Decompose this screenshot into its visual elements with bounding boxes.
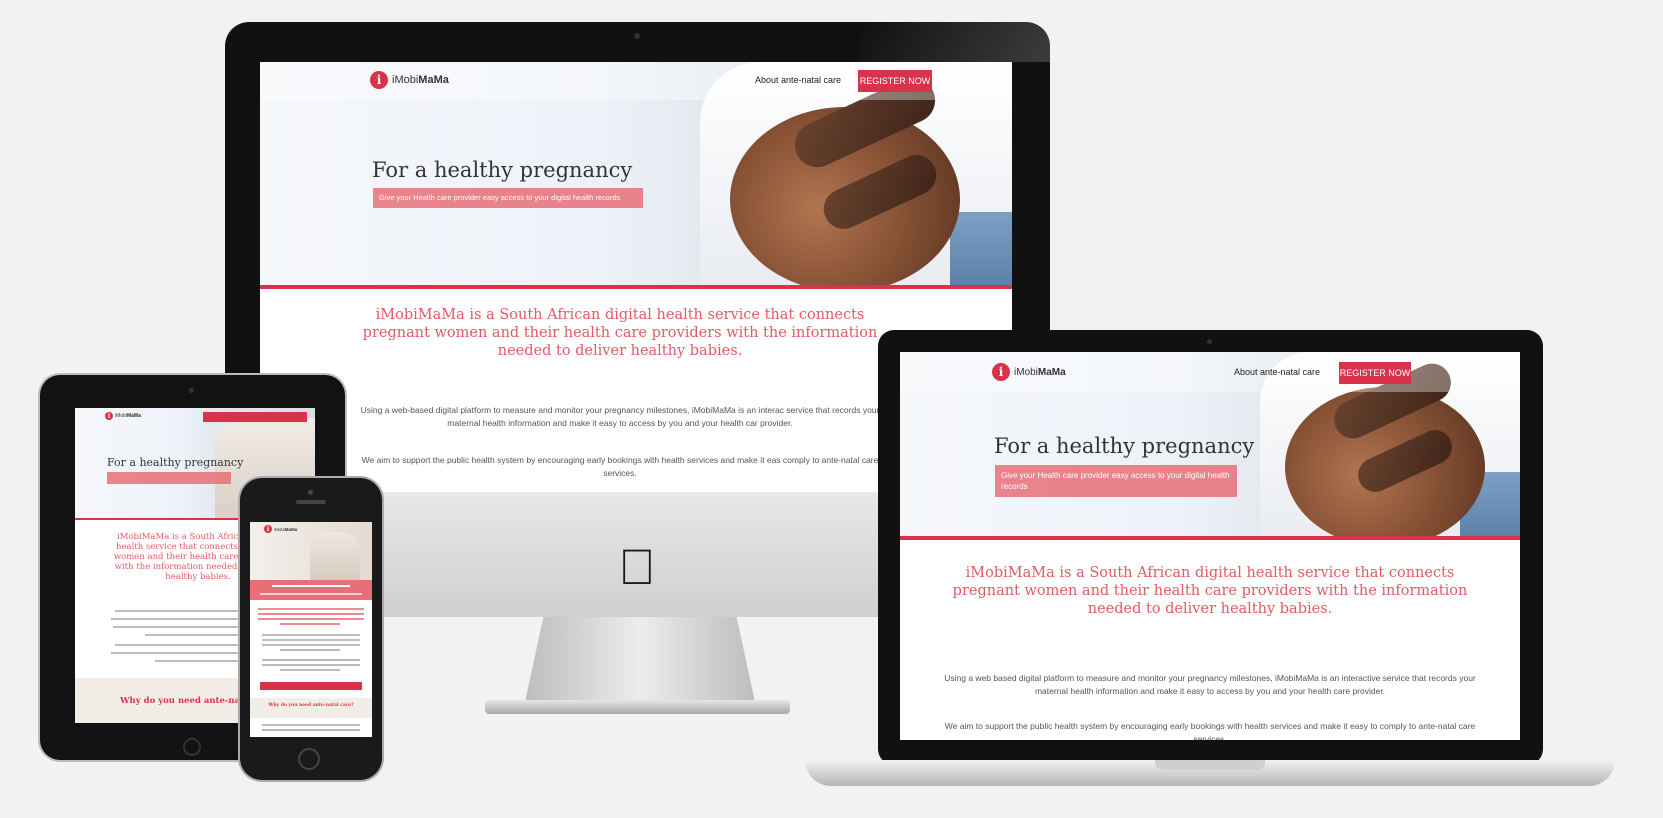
info-icon: i bbox=[105, 412, 113, 420]
imac-camera bbox=[634, 33, 640, 39]
intro-text-line bbox=[258, 618, 364, 620]
tablet-home-button bbox=[183, 738, 201, 756]
hero-title: For a healthy pregnancy bbox=[107, 456, 244, 469]
imac-glare bbox=[860, 22, 1050, 62]
info-icon: i bbox=[370, 71, 388, 89]
phone-website-screen: i iMobi MaMa Why do you need ante-natal c… bbox=[250, 522, 372, 737]
logo-text-bold: MaMa bbox=[126, 413, 141, 419]
navbar: i iMobi MaMa About ante-natal care REGIST… bbox=[900, 352, 1520, 392]
register-now-button[interactable]: REGISTER NOW bbox=[858, 70, 932, 92]
hero-banner: i iMobi MaMa bbox=[250, 522, 372, 580]
phone-camera bbox=[308, 490, 313, 495]
hero-banner: i iMobi MaMa About ante-natal care REGIST… bbox=[260, 62, 1012, 289]
body-text-line bbox=[262, 639, 360, 641]
logo[interactable]: i iMobi MaMa bbox=[370, 71, 449, 89]
laptop-website-screen: i iMobi MaMa About ante-natal care REGIST… bbox=[900, 352, 1520, 740]
intro-text-line bbox=[258, 608, 364, 610]
logo[interactable]: i iMobi MaMa bbox=[264, 525, 297, 533]
laptop-camera bbox=[1207, 339, 1212, 344]
body-text-line bbox=[262, 664, 360, 666]
hero-subtitle-bar bbox=[107, 472, 231, 484]
logo-text-bold: MaMa bbox=[1037, 366, 1066, 378]
hero-title: For a healthy pregnancy bbox=[372, 158, 633, 182]
logo-text-light: iMobi bbox=[115, 413, 127, 419]
phone-speaker bbox=[296, 500, 326, 504]
hero-photo-jeans bbox=[950, 212, 1012, 285]
imac-stand bbox=[525, 617, 755, 702]
logo-text-bold: MaMa bbox=[284, 526, 298, 532]
register-now-button[interactable] bbox=[260, 682, 362, 690]
nav-link-about[interactable]: About ante-natal care bbox=[755, 75, 841, 85]
info-icon: i bbox=[264, 525, 272, 533]
hero-subtitle: Give your Health care provider easy acce… bbox=[373, 188, 643, 208]
hero-subtitle: Give your Health care provider easy acce… bbox=[995, 465, 1237, 497]
register-now-button[interactable]: REGISTER NOW bbox=[1339, 362, 1411, 384]
body-paragraph-1: Using a web-based digital platform to me… bbox=[360, 405, 880, 428]
body-text-line bbox=[262, 724, 360, 726]
hero-subtitle-line bbox=[260, 593, 362, 595]
navbar: i iMobi MaMa About ante-natal care REGIST… bbox=[260, 62, 1012, 100]
body-text-line bbox=[280, 669, 340, 671]
hero-title-line bbox=[272, 585, 350, 587]
hero-banner: i iMobi MaMa About ante-natal care REGIST… bbox=[900, 352, 1520, 540]
body-text-line bbox=[262, 659, 360, 661]
body-text-line bbox=[262, 729, 360, 731]
nav-link-about[interactable]: About ante-natal care bbox=[1234, 367, 1320, 377]
intro-text-line bbox=[280, 623, 340, 625]
hero-title: For a healthy pregnancy bbox=[994, 434, 1255, 458]
body-paragraph-1: Using a web based digital platform to me… bbox=[944, 673, 1476, 696]
logo[interactable]: i iMobi MaMa bbox=[992, 363, 1066, 381]
body-text-line bbox=[145, 634, 245, 636]
logo-text-light: iMobi bbox=[274, 526, 285, 532]
intro-text-line bbox=[258, 613, 364, 615]
section-title: Why do you need ante-natal care? bbox=[268, 703, 354, 708]
info-icon: i bbox=[992, 363, 1010, 381]
intro-statement: iMobiMaMa is a South African digital hea… bbox=[952, 565, 1468, 617]
logo-text-bold: MaMa bbox=[418, 74, 449, 86]
hero-photo-person bbox=[310, 532, 360, 580]
phone-home-button bbox=[298, 748, 320, 770]
apple-icon:  bbox=[617, 538, 657, 596]
laptop-trackpad-notch bbox=[1155, 760, 1265, 770]
body-text-line bbox=[155, 660, 245, 662]
imac-base bbox=[485, 700, 790, 714]
intro-statement: iMobiMaMa is a South African digital hea… bbox=[362, 307, 878, 359]
body-paragraph-2: We aim to support the public health syst… bbox=[361, 455, 879, 478]
logo-text-light: iMobi bbox=[392, 74, 419, 86]
hero-subtitle-band bbox=[250, 580, 372, 600]
register-now-button[interactable] bbox=[203, 412, 307, 422]
logo[interactable]: i iMobi MaMa bbox=[105, 412, 141, 420]
logo-text-light: iMobi bbox=[1014, 366, 1038, 378]
body-text-line bbox=[262, 634, 360, 636]
section-band bbox=[250, 698, 372, 718]
tablet-camera bbox=[189, 388, 194, 393]
body-paragraph-2: We aim to support the public health syst… bbox=[944, 721, 1476, 740]
body-text-line bbox=[280, 649, 340, 651]
body-text-line bbox=[262, 644, 360, 646]
